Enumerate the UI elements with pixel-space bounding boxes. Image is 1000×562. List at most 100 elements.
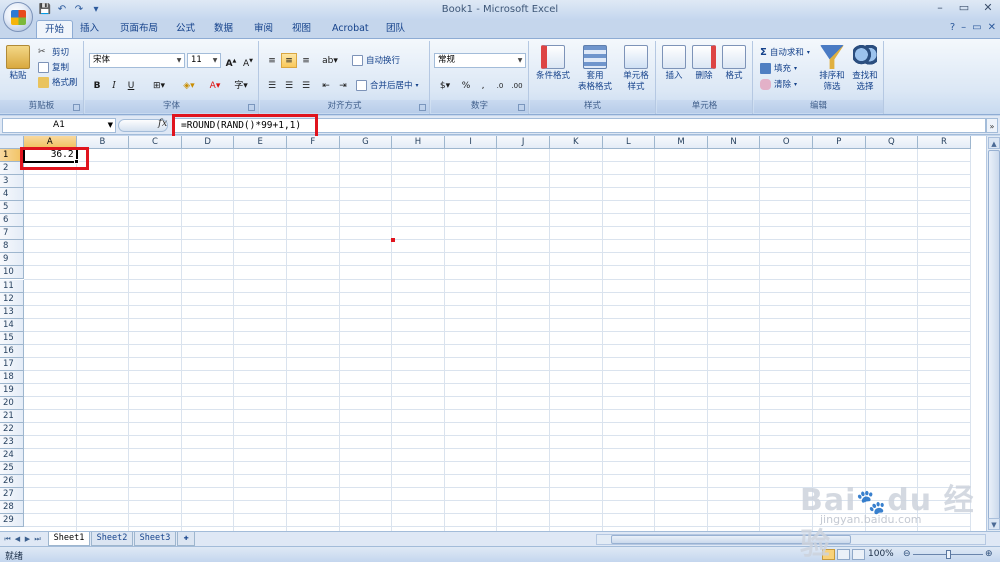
cut-button[interactable]: ✂ 剪切 xyxy=(38,45,69,59)
scroll-down-icon[interactable]: ▼ xyxy=(988,518,1000,530)
copy-button[interactable]: 复制 xyxy=(38,60,69,74)
font-size-select[interactable]: 11 ▼ xyxy=(187,53,221,68)
format-painter-button[interactable]: 格式刷 xyxy=(38,75,78,89)
delete-cells-button[interactable]: 删除 xyxy=(689,45,719,82)
row-header-27[interactable]: 27 xyxy=(0,488,24,502)
row-header-9[interactable]: 9 xyxy=(0,253,24,267)
clear-button[interactable]: 清除 ▾ xyxy=(760,77,797,91)
align-middle-button[interactable]: ≡ xyxy=(281,53,297,68)
column-header-n[interactable]: N xyxy=(707,136,761,149)
row-header-5[interactable]: 5 xyxy=(0,201,24,215)
row-header-13[interactable]: 13 xyxy=(0,305,24,319)
insert-cells-button[interactable]: 插入 xyxy=(659,45,689,82)
column-header-q[interactable]: Q xyxy=(865,136,919,149)
prev-sheet-icon[interactable]: ◀ xyxy=(13,534,22,544)
column-header-k[interactable]: K xyxy=(550,136,603,149)
font-name-select[interactable]: 宋体 ▼ xyxy=(89,53,185,68)
align-top-button[interactable]: ≡ xyxy=(264,53,280,68)
row-header-17[interactable]: 17 xyxy=(0,357,24,371)
ribbon-minimize-icon[interactable]: – xyxy=(961,22,966,33)
row-header-29[interactable]: 29 xyxy=(0,514,24,528)
bold-button[interactable]: B xyxy=(89,78,105,93)
close-button[interactable]: ✕ xyxy=(976,0,1000,18)
maximize-button[interactable]: ▭ xyxy=(952,0,976,18)
conditional-format-button[interactable]: 条件格式 xyxy=(532,45,574,82)
paste-button[interactable]: 粘贴 xyxy=(4,45,32,82)
autosum-button[interactable]: Σ 自动求和 ▾ xyxy=(760,45,810,59)
column-header-o[interactable]: O xyxy=(760,136,813,149)
row-header-24[interactable]: 24 xyxy=(0,449,24,463)
align-bottom-button[interactable]: ≡ xyxy=(298,53,314,68)
font-launcher-icon[interactable] xyxy=(248,104,255,111)
last-sheet-icon[interactable]: ⏭ xyxy=(33,534,42,544)
tab-formulas[interactable]: 公式 xyxy=(168,20,203,38)
zoom-in-icon[interactable]: ⊕ xyxy=(985,549,993,559)
row-header-8[interactable]: 8 xyxy=(0,240,24,254)
sort-filter-button[interactable]: 排序和 筛选 xyxy=(816,45,848,93)
column-header-f[interactable]: F xyxy=(287,136,340,149)
grow-font-button[interactable]: A▲ xyxy=(223,53,239,69)
shrink-font-button[interactable]: A▼ xyxy=(240,53,256,69)
decrease-decimal-button[interactable]: .00 xyxy=(509,78,525,93)
row-header-14[interactable]: 14 xyxy=(0,318,24,332)
italic-button[interactable]: I xyxy=(106,78,122,93)
increase-decimal-button[interactable]: .0 xyxy=(492,78,508,93)
sheet-tab-sheet1[interactable]: Sheet1 xyxy=(48,532,90,546)
row-header-18[interactable]: 18 xyxy=(0,370,24,384)
insert-sheet-icon[interactable]: ✚ xyxy=(177,532,195,546)
format-cells-button[interactable]: 格式 xyxy=(719,45,749,82)
name-box[interactable]: A1 ▼ xyxy=(2,118,116,133)
tab-team[interactable]: 团队 xyxy=(378,20,413,38)
column-header-g[interactable]: G xyxy=(339,136,393,149)
ribbon-restore-icon[interactable]: ▭ xyxy=(972,22,981,33)
column-header-r[interactable]: R xyxy=(918,136,971,149)
row-header-7[interactable]: 7 xyxy=(0,227,24,241)
wrap-text-button[interactable]: 自动换行 xyxy=(352,53,400,67)
merge-center-button[interactable]: 合并后居中 ▾ xyxy=(356,78,419,92)
cell-styles-button[interactable]: 单元格 样式 xyxy=(616,45,656,93)
row-header-11[interactable]: 11 xyxy=(0,279,24,293)
scroll-up-icon[interactable]: ▲ xyxy=(988,137,1000,149)
number-launcher-icon[interactable] xyxy=(518,104,525,111)
help-icon[interactable]: ? xyxy=(950,22,955,33)
insert-function-button[interactable]: fx xyxy=(158,118,167,129)
phonetic-button[interactable]: 字▾ xyxy=(229,78,253,93)
sheet-tab-sheet3[interactable]: Sheet3 xyxy=(134,532,176,546)
first-sheet-icon[interactable]: ⏮ xyxy=(3,534,12,544)
align-right-button[interactable]: ☰ xyxy=(298,78,314,93)
underline-button[interactable]: U xyxy=(123,78,139,93)
column-header-j[interactable]: J xyxy=(497,136,550,149)
row-header-10[interactable]: 10 xyxy=(0,266,24,280)
find-select-button[interactable]: 查找和 选择 xyxy=(848,45,882,93)
column-header-i[interactable]: I xyxy=(444,136,498,149)
column-header-h[interactable]: H xyxy=(392,136,445,149)
column-header-d[interactable]: D xyxy=(181,136,235,149)
sheet-tab-sheet2[interactable]: Sheet2 xyxy=(91,532,133,546)
minimize-button[interactable]: – xyxy=(928,0,952,18)
office-button[interactable] xyxy=(3,2,33,32)
format-as-table-button[interactable]: 套用 表格格式 xyxy=(574,45,616,93)
row-header-16[interactable]: 16 xyxy=(0,344,24,358)
increase-indent-button[interactable]: ⇥ xyxy=(335,78,351,93)
tab-insert[interactable]: 插入 xyxy=(72,20,107,38)
next-sheet-icon[interactable]: ▶ xyxy=(23,534,32,544)
row-header-12[interactable]: 12 xyxy=(0,292,24,306)
row-header-4[interactable]: 4 xyxy=(0,188,24,202)
expand-formula-bar-icon[interactable]: » xyxy=(986,118,998,133)
currency-button[interactable]: $▾ xyxy=(434,78,456,93)
tab-view[interactable]: 视图 xyxy=(284,20,319,38)
borders-button[interactable]: ⊞▾ xyxy=(147,78,171,93)
column-header-c[interactable]: C xyxy=(129,136,182,149)
column-header-p[interactable]: P xyxy=(813,136,866,149)
row-header-28[interactable]: 28 xyxy=(0,501,24,515)
row-header-15[interactable]: 15 xyxy=(0,331,24,345)
tab-acrobat[interactable]: Acrobat xyxy=(324,20,377,38)
percent-button[interactable]: % xyxy=(458,78,474,93)
font-color-button[interactable]: A▾ xyxy=(203,78,227,93)
ribbon-close-icon[interactable]: ✕ xyxy=(988,22,996,33)
tab-home[interactable]: 开始 xyxy=(36,20,74,38)
row-header-26[interactable]: 26 xyxy=(0,475,24,489)
tab-data[interactable]: 数据 xyxy=(206,20,241,38)
tab-review[interactable]: 审阅 xyxy=(246,20,281,38)
column-header-e[interactable]: E xyxy=(234,136,287,149)
